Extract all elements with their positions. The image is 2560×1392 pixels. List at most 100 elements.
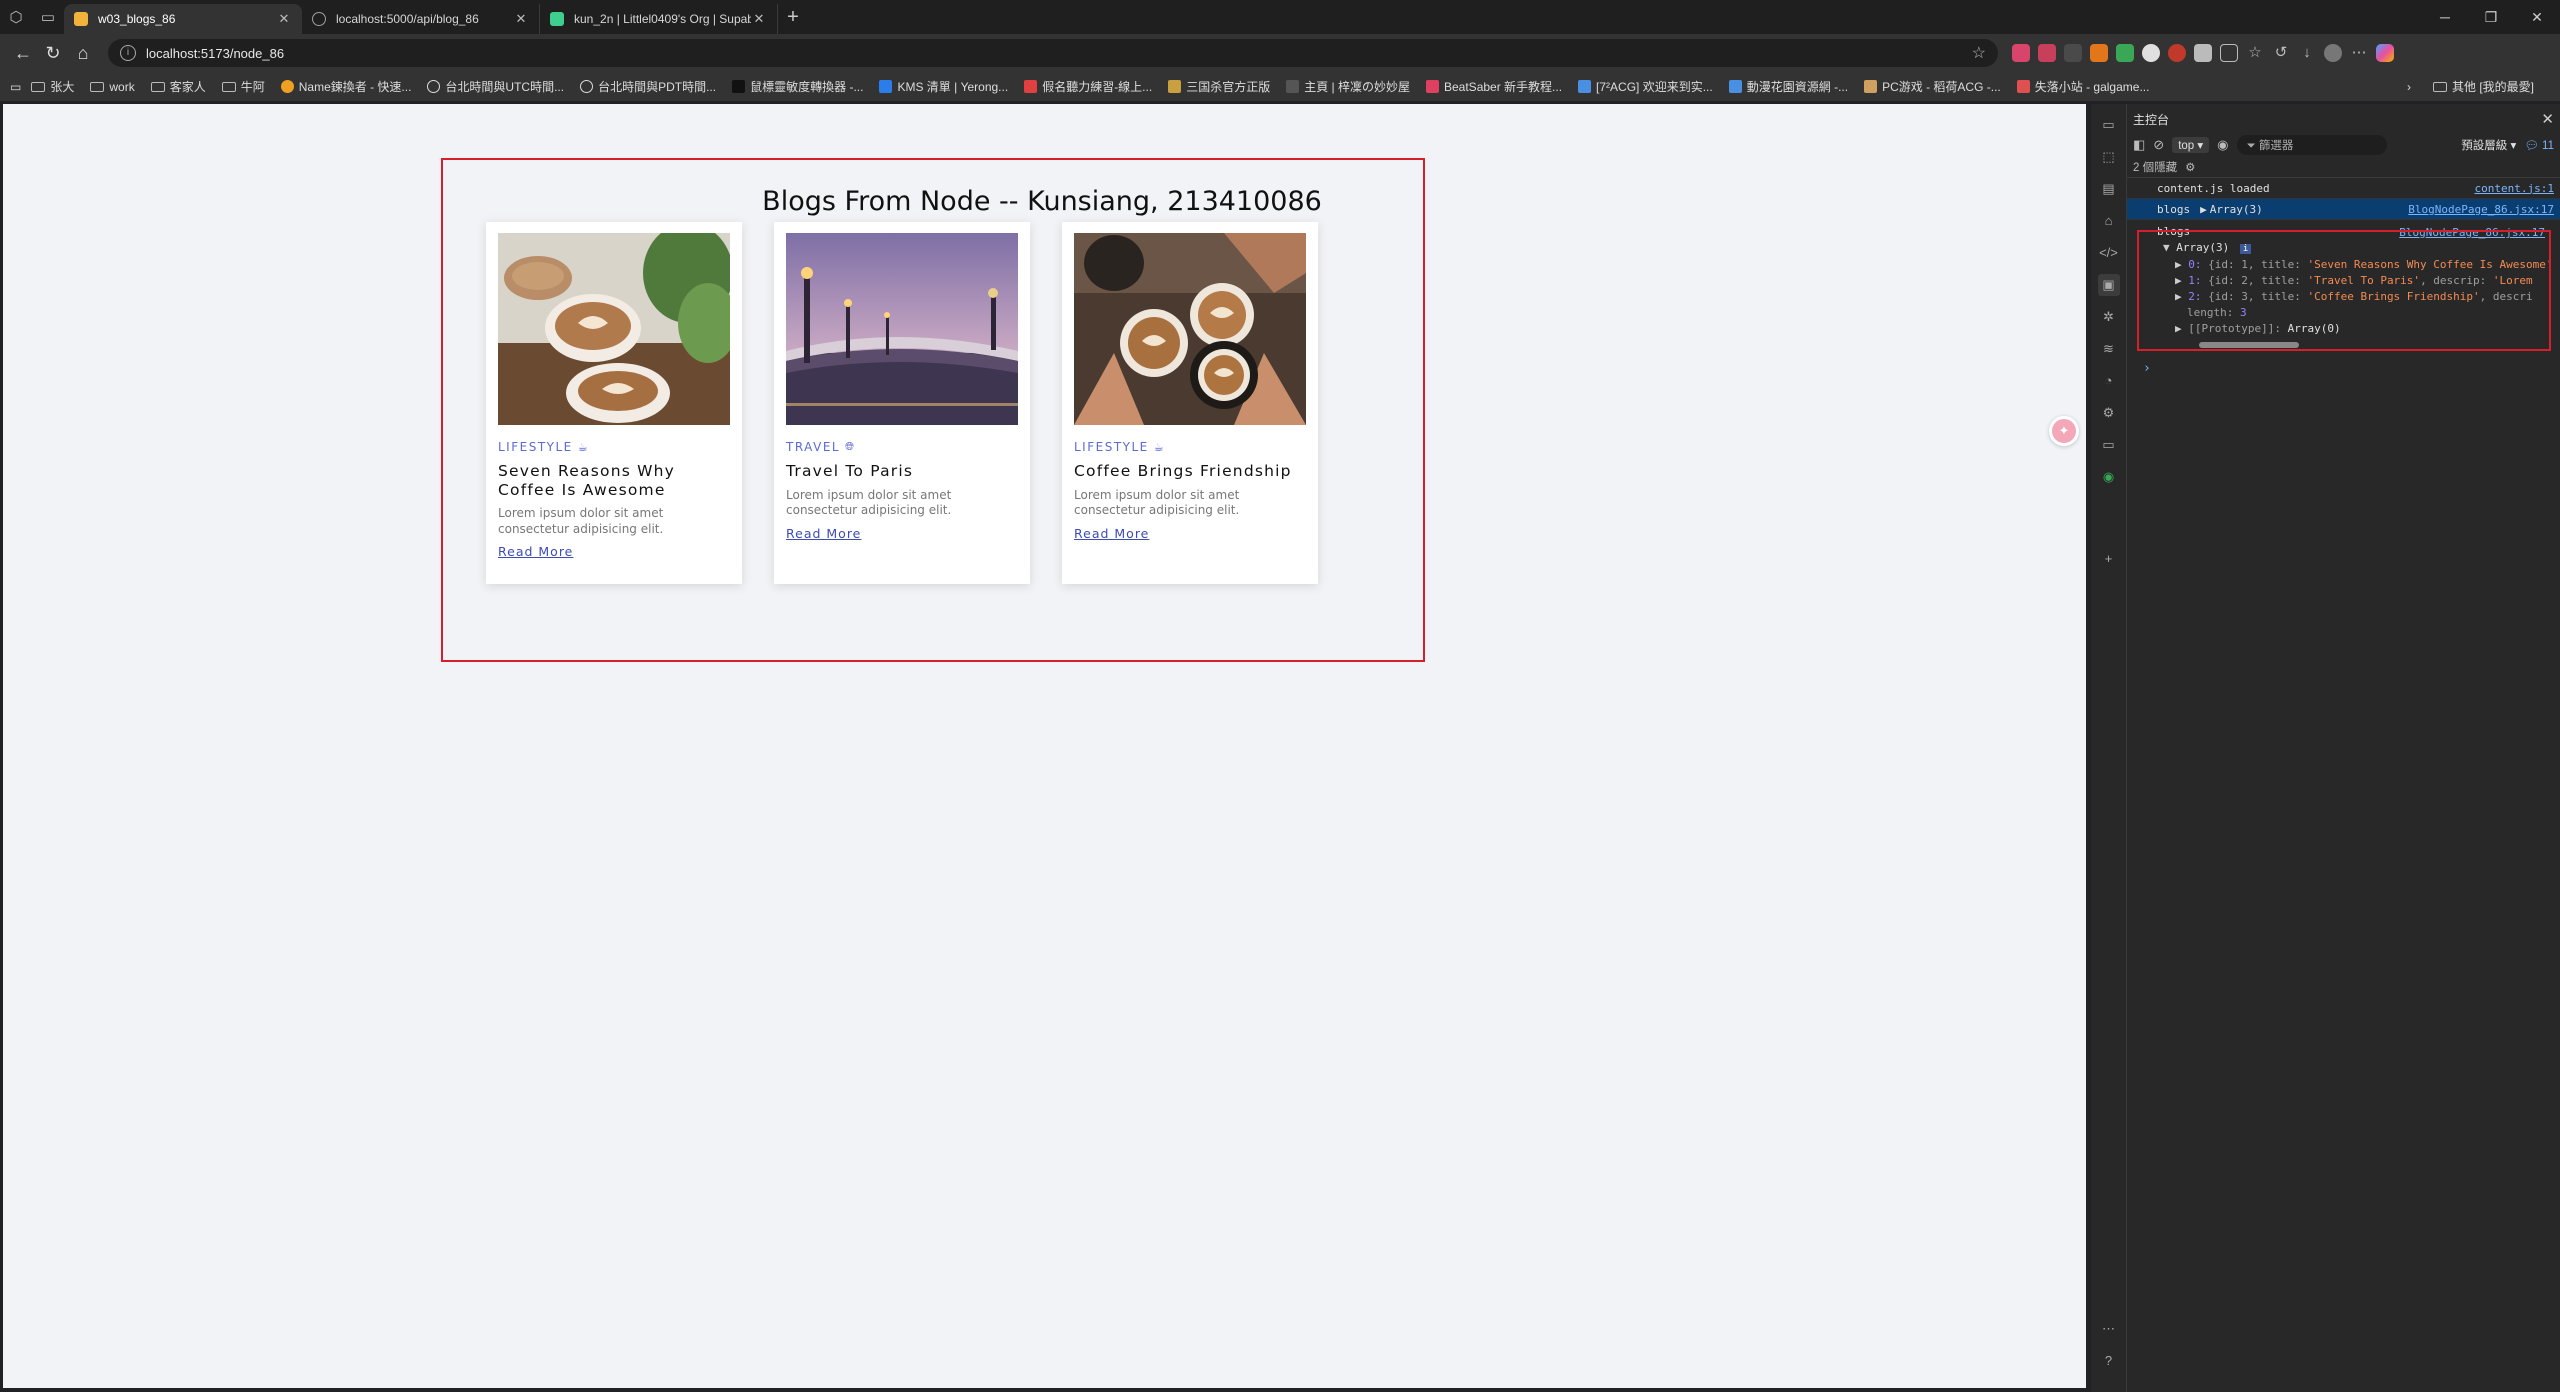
bookmarks-toggle-icon[interactable]: ▭ [10,80,21,94]
issues-badge[interactable]: 💬︎ 11 [2524,138,2554,152]
panel-icon[interactable]: ▤ [2098,178,2120,200]
application-icon[interactable]: ▭ [2098,434,2120,456]
welcome-home-icon[interactable]: ⌂ [2098,210,2120,232]
close-tab-icon[interactable]: ✕ [513,11,529,27]
favorites-icon[interactable]: ☆ [2246,44,2264,62]
extension-dot-icon[interactable]: ◉ [2098,466,2120,488]
read-more-link[interactable]: Read More [498,544,573,559]
log-source-link[interactable]: content.js:1 [2475,182,2554,195]
more-menu-icon[interactable]: ⋯ [2350,44,2368,62]
read-more-link[interactable]: Read More [786,526,861,541]
blog-title: Travel To Paris [786,462,914,480]
bookmark-label: PC游戏 - 稻荷ACG -... [1882,80,2001,94]
restore-icon[interactable]: ❐ [2468,9,2514,26]
console-icon[interactable]: ▣ [2097,274,2120,296]
sidebar-toggle-icon[interactable]: ◧ [2133,137,2145,153]
context-selector[interactable]: top ▾ [2172,137,2210,153]
bookmark-link[interactable]: 主頁 | 梓凜の妙妙屋 [1286,78,1410,95]
wordpress-favicon-icon [580,80,594,93]
bookmark-folder[interactable]: work [90,79,135,94]
blog-description: Lorem ipsum dolor sit amet consectetur a… [498,506,664,536]
bookmark-star-icon[interactable]: ☆ [1972,43,1986,63]
help-icon[interactable]: ? [2098,1350,2120,1372]
close-window-icon[interactable]: ✕ [2514,9,2560,26]
console-log-row[interactable]: blogs ▶ Array(3) BlogNodePage_86.jsx:17 [2127,199,2560,220]
more-tools-icon[interactable]: ⋯ [2098,1318,2120,1340]
clear-console-icon[interactable]: ⊘ [2153,137,2164,153]
issue-count: 11 [2542,140,2554,152]
bookmark-link[interactable]: BeatSaber 新手教程... [1426,78,1562,95]
close-devtools-icon[interactable]: ✕ [2541,110,2554,128]
extension-icon[interactable] [2142,44,2160,62]
folder-icon [2432,81,2447,92]
wordpress-favicon-icon [427,80,441,93]
category-label: LIFESTYLE [498,440,573,454]
bookmark-folder[interactable]: 牛阿 [221,78,265,95]
extension-icon[interactable] [2038,44,2056,62]
elements-code-icon[interactable]: </> [2098,242,2120,264]
extension-icon[interactable] [2168,44,2186,62]
device-toolbar-icon[interactable]: ▭ [2098,114,2120,136]
context-label: top [2178,140,2195,152]
back-arrow-icon[interactable]: ← [8,38,38,68]
close-tab-icon[interactable]: ✕ [276,11,292,27]
copilot-icon[interactable] [2376,44,2394,62]
tab-supabase[interactable]: kun_2n | Littlel0409's Org | Supab... ✕ [540,4,778,34]
tab-w03-blogs[interactable]: w03_blogs_86 ✕ [64,4,302,34]
bookmark-link[interactable]: KMS 清單 | Yerong... [879,78,1008,95]
bookmark-label: work [109,79,135,94]
live-expression-eye-icon[interactable]: ◉ [2217,137,2228,153]
extension-icon[interactable] [2194,44,2212,62]
bookmark-link[interactable]: 台北時間與PDT時間... [580,78,716,95]
console-prompt-chevron-icon[interactable]: › [2127,353,2560,376]
settings-gear-icon[interactable]: ⚙ [2098,402,2120,424]
history-icon[interactable]: ↺ [2272,44,2290,62]
workspaces-icon[interactable]: ⬡ [0,1,32,33]
chevron-right-icon[interactable]: › [2407,80,2411,94]
mouse-favicon-icon [732,80,746,93]
address-bar[interactable]: i localhost:5173/node_86 ☆ [108,39,1998,67]
floating-translate-icon[interactable]: ✦ [2049,416,2079,446]
minimize-icon[interactable]: ─ [2422,9,2468,26]
extension-icon[interactable] [2064,44,2082,62]
profile-avatar[interactable] [2324,44,2342,62]
tab-api-blog[interactable]: localhost:5000/api/blog_86 ✕ [302,4,540,34]
bookmark-link[interactable]: 假名聽力練習-線上... [1024,78,1152,95]
network-wifi-icon[interactable]: ≋ [2098,338,2120,360]
bookmark-link[interactable]: PC游戏 - 稻荷ACG -... [1864,78,2001,95]
inspect-icon[interactable]: ⬚ [2098,146,2120,168]
bookmark-link[interactable]: 鼠標靈敏度轉換器 -... [732,78,863,95]
bookmark-link[interactable]: Name鍊換者 - 快速... [280,78,411,95]
close-tab-icon[interactable]: ✕ [751,11,767,27]
performance-icon[interactable]: ◔ [2098,370,2120,392]
reload-icon[interactable]: ↻ [38,38,68,68]
bookmark-link[interactable]: 動漫花園資源網 -... [1728,78,1848,95]
coffee-cup-icon: ☕ [577,440,590,454]
translate-extension-icon[interactable] [2012,44,2030,62]
bookmark-link[interactable]: 失落小站 - galgame... [2016,78,2149,95]
bookmark-link[interactable]: 三国杀官方正版 [1168,78,1270,95]
filter-input[interactable]: ⏷ 篩選器 [2236,135,2387,155]
site-info-icon[interactable]: i [120,45,136,61]
tab-actions-icon[interactable]: ▭ [32,1,64,33]
bookmark-folder[interactable]: 客家人 [150,78,206,95]
new-tab-button[interactable]: + [778,6,808,29]
bookmark-link[interactable]: [7²ACG] 欢迎来到实... [1578,78,1713,95]
shield-extension-icon[interactable] [2116,44,2134,62]
console-settings-gear-icon[interactable]: ⚙ [2185,160,2195,174]
expand-triangle-icon[interactable]: ▶ [2200,203,2207,216]
downloads-icon[interactable]: ↓ [2298,44,2316,62]
sources-bug-icon[interactable]: ✲ [2098,306,2120,328]
category-label: TRAVEL [786,440,841,454]
split-screen-icon[interactable] [2220,44,2238,62]
add-tool-icon[interactable]: + [2098,548,2120,570]
log-source-link[interactable]: BlogNodePage_86.jsx:17 [2408,203,2554,216]
metamask-extension-icon[interactable] [2090,44,2108,62]
tab-title: kun_2n | Littlel0409's Org | Supab... [574,12,751,26]
log-levels-dropdown[interactable]: 預設層級 ▾ [2461,137,2516,153]
other-favorites[interactable]: 其他 [我的最愛] [2432,78,2534,95]
bookmark-link[interactable]: 台北時間與UTC時間... [427,78,564,95]
home-icon[interactable]: ⌂ [68,38,98,68]
bookmark-folder[interactable]: 张大 [31,78,74,95]
read-more-link[interactable]: Read More [1074,526,1149,541]
